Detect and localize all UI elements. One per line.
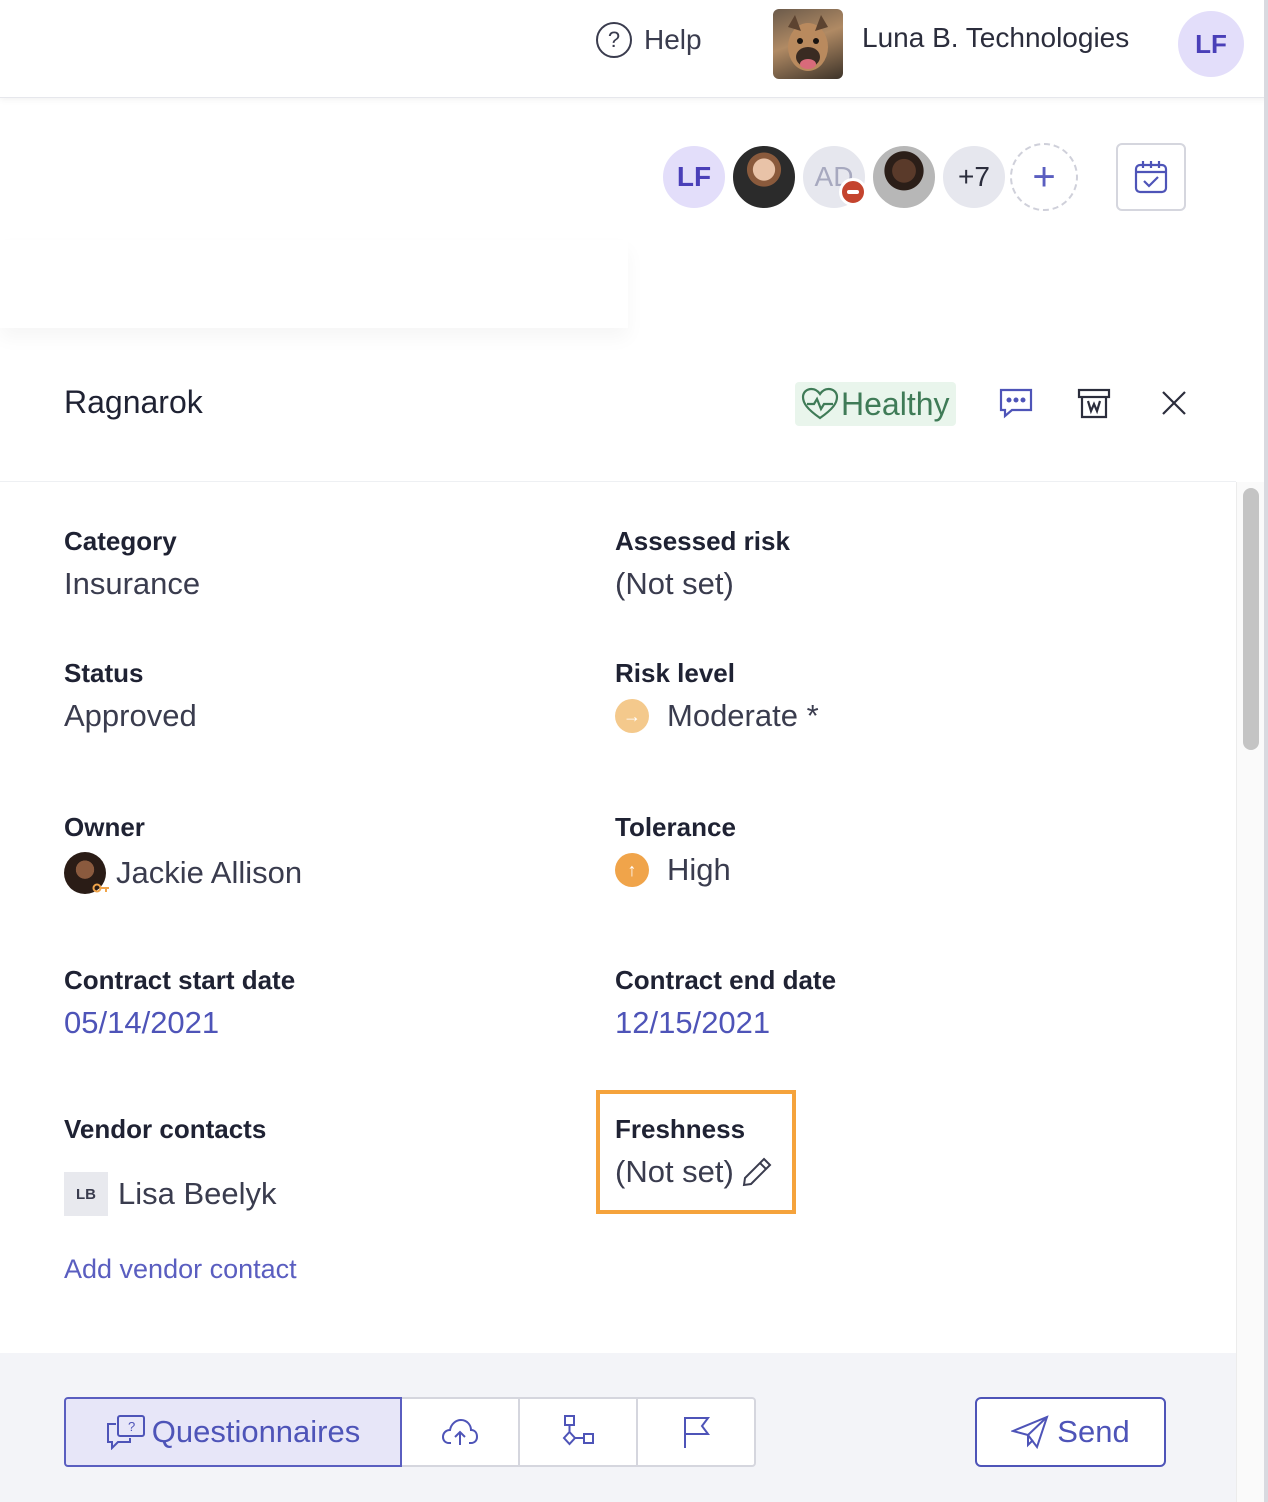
vendor-contact-item[interactable]: LB Lisa Beelyk <box>64 1172 277 1216</box>
tab-questionnaires[interactable]: ? Questionnaires <box>64 1397 402 1467</box>
risk-level-value[interactable]: → Moderate * <box>615 698 819 734</box>
freshness-highlight <box>596 1090 796 1214</box>
send-icon <box>1011 1415 1049 1449</box>
freshness-text: (Not set) <box>615 1154 734 1189</box>
archive-icon <box>1077 388 1111 419</box>
vendor-contacts-label: Vendor contacts <box>64 1114 267 1144</box>
help-link[interactable]: ? Help <box>596 22 702 58</box>
health-label: Healthy <box>841 385 950 422</box>
send-label: Send <box>1057 1414 1130 1449</box>
heart-pulse-icon <box>801 387 839 420</box>
collaborator-avatar-photo[interactable] <box>870 143 938 211</box>
freshness-value[interactable]: (Not set) <box>615 1154 774 1190</box>
tolerance-text: High <box>667 852 731 887</box>
category-label: Category <box>64 526 177 556</box>
send-button[interactable]: Send <box>975 1397 1166 1467</box>
add-collaborator-button[interactable]: + <box>1010 143 1078 211</box>
collaborators-overflow[interactable]: +7 <box>940 143 1008 211</box>
remove-icon <box>839 178 867 206</box>
top-bar: ? Help Luna B. Technologies LF <box>0 0 1268 98</box>
close-button[interactable] <box>1156 385 1192 421</box>
collaborator-avatar-ad[interactable]: AD <box>800 143 868 211</box>
collaborator-avatar-photo[interactable] <box>730 143 798 211</box>
owner-avatar <box>64 852 109 894</box>
freshness-label: Freshness <box>615 1114 746 1144</box>
arrow-right-icon: → <box>615 699 649 733</box>
contract-start-value[interactable]: 05/14/2021 <box>64 1005 219 1041</box>
collaborator-avatar-lf[interactable]: LF <box>660 143 728 211</box>
contract-end-value[interactable]: 12/15/2021 <box>615 1005 770 1041</box>
questionnaires-label: Questionnaires <box>151 1414 361 1449</box>
user-avatar[interactable]: LF <box>1178 11 1244 77</box>
pencil-icon[interactable] <box>740 1155 774 1189</box>
owner-label: Owner <box>64 812 145 842</box>
assessed-risk-label: Assessed risk <box>615 526 790 556</box>
svg-text:?: ? <box>128 1419 135 1434</box>
scrollbar-thumb[interactable] <box>1243 488 1259 750</box>
close-icon <box>1162 391 1186 415</box>
tab-workflow[interactable] <box>518 1397 638 1467</box>
risk-level-label: Risk level <box>615 658 735 688</box>
status-label: Status <box>64 658 144 688</box>
tab-upload[interactable] <box>400 1397 520 1467</box>
category-value[interactable]: Insurance <box>64 566 200 602</box>
background-panel <box>0 240 628 328</box>
flag-icon <box>684 1417 710 1448</box>
contact-name: Lisa Beelyk <box>118 1176 277 1211</box>
cloud-upload-icon <box>441 1418 479 1445</box>
divider <box>0 481 1236 482</box>
health-badge[interactable]: Healthy <box>795 382 956 426</box>
contract-end-label: Contract end date <box>615 965 837 995</box>
tolerance-label: Tolerance <box>615 812 736 842</box>
arrow-up-icon: ↑ <box>615 853 649 887</box>
view-tabs: ? Questionnaires <box>64 1397 756 1467</box>
calendar-check-icon <box>1134 161 1168 194</box>
contact-initials-badge: LB <box>64 1172 108 1216</box>
help-label: Help <box>644 24 702 55</box>
add-vendor-contact-link[interactable]: Add vendor contact <box>64 1254 297 1285</box>
questionnaire-icon: ? <box>106 1415 145 1450</box>
workflow-icon <box>562 1415 594 1446</box>
tab-flag[interactable] <box>636 1397 756 1467</box>
owner-name: Jackie Allison <box>116 855 303 890</box>
status-value[interactable]: Approved <box>64 698 197 734</box>
calendar-button[interactable] <box>1116 143 1186 211</box>
question-circle-icon: ? <box>596 22 632 58</box>
window-edge <box>1264 0 1268 1502</box>
archive-button[interactable] <box>1076 385 1112 421</box>
vendor-title: Ragnarok <box>64 384 203 420</box>
org-name[interactable]: Luna B. Technologies <box>862 22 1129 54</box>
comment-button[interactable] <box>998 385 1034 421</box>
risk-level-text: Moderate * <box>667 698 819 733</box>
contract-start-label: Contract start date <box>64 965 296 995</box>
key-icon <box>92 882 110 896</box>
assessed-risk-value[interactable]: (Not set) <box>615 566 734 602</box>
comment-icon <box>999 388 1033 419</box>
tolerance-value[interactable]: ↑ High <box>615 852 731 888</box>
org-avatar[interactable] <box>773 9 843 79</box>
owner-value[interactable]: Jackie Allison <box>64 852 302 894</box>
